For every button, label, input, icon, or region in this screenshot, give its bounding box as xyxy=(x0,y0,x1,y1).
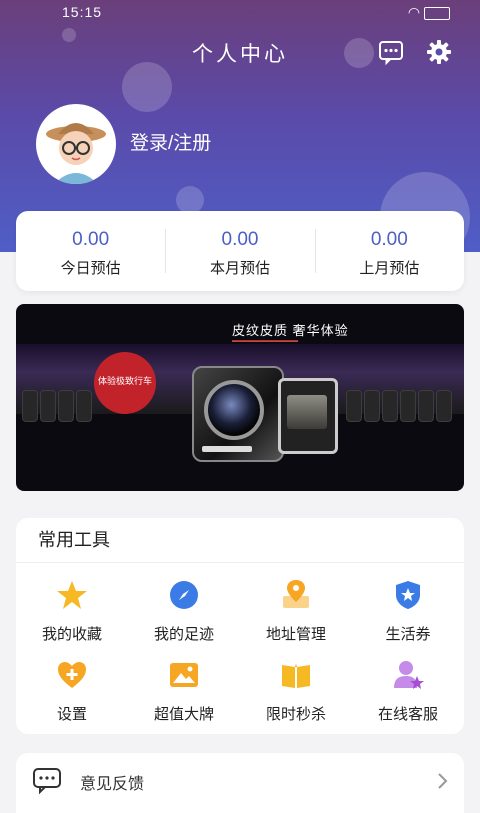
stat-value: 0.00 xyxy=(221,229,259,250)
user-star-icon xyxy=(394,661,424,689)
dashcam-lens xyxy=(204,380,264,440)
stat-label: 本月预估 xyxy=(209,260,270,277)
avatar[interactable] xyxy=(36,104,116,184)
car-preview xyxy=(287,395,327,429)
location-pin-icon xyxy=(283,580,309,608)
user-avatar-illustration xyxy=(46,123,106,184)
tool-brands[interactable]: 超值大牌 xyxy=(128,658,240,724)
stat-today[interactable]: 0.00 今日预估 xyxy=(16,211,165,291)
banner-title: 皮纹皮质 奢华体验 xyxy=(232,323,349,338)
book-icon xyxy=(282,664,310,688)
decor-bubble xyxy=(176,186,204,214)
tool-label: 地址管理 xyxy=(265,626,326,643)
tool-footprints[interactable]: 我的足迹 xyxy=(128,578,240,644)
tool-label: 设置 xyxy=(56,706,87,723)
banner-decor xyxy=(382,390,398,422)
shield-star-icon xyxy=(396,581,420,609)
tool-label: 限时秒杀 xyxy=(265,706,326,723)
tools-grid: 我的收藏 我的足迹 地址管理 生活券 设置 超值大牌 限时秒杀 在线客服 xyxy=(16,578,464,724)
banner-decor xyxy=(418,390,434,422)
tool-label: 我的足迹 xyxy=(153,626,214,643)
battery-icon xyxy=(424,6,450,20)
page-title: 个人中心 xyxy=(192,43,288,66)
section-title: 常用工具 xyxy=(16,518,464,563)
dashcam-image xyxy=(192,366,284,462)
status-icons: ◠ xyxy=(408,4,450,21)
stat-last-month[interactable]: 0.00 上月预估 xyxy=(314,211,464,291)
dashcam-screen xyxy=(278,378,338,454)
status-bar: 15:15 ◠ xyxy=(0,0,480,26)
decor-bubble xyxy=(122,62,172,112)
tool-settings[interactable]: 设置 xyxy=(16,658,128,724)
tool-favorites[interactable]: 我的收藏 xyxy=(16,578,128,644)
banner-decor xyxy=(364,390,380,422)
tool-flash-sale[interactable]: 限时秒杀 xyxy=(240,658,352,724)
stat-value: 0.00 xyxy=(72,229,110,250)
banner-subtitle-line: ▬▬▬▬▬▬▬▬▬▬▬ xyxy=(232,338,298,344)
status-time: 15:15 xyxy=(62,4,103,20)
banner-decor xyxy=(22,390,38,422)
gear-icon[interactable] xyxy=(424,37,454,67)
dashcam-label xyxy=(202,446,252,452)
banner-decor xyxy=(58,390,74,422)
tool-label: 我的收藏 xyxy=(41,626,102,643)
message-icon[interactable] xyxy=(376,37,406,67)
stat-label: 上月预估 xyxy=(359,260,420,277)
tool-coupons[interactable]: 生活券 xyxy=(352,578,464,644)
chevron-right-icon xyxy=(438,773,448,789)
compass-icon xyxy=(170,581,198,609)
heart-plus-icon xyxy=(58,662,86,688)
stat-value: 0.00 xyxy=(370,229,408,250)
banner-decor xyxy=(346,390,362,422)
promo-banner[interactable]: 皮纹皮质 奢华体验 ▬▬▬▬▬▬▬▬▬▬▬ 体验极致行车 xyxy=(16,304,464,491)
wifi-icon: ◠ xyxy=(407,4,421,20)
banner-decor xyxy=(400,390,416,422)
tool-label: 生活券 xyxy=(385,626,431,643)
banner-badge-text: 体验极致行车 xyxy=(97,376,152,386)
tool-address[interactable]: 地址管理 xyxy=(240,578,352,644)
stat-label: 今日预估 xyxy=(60,260,121,277)
banner-badge: 体验极致行车 xyxy=(94,352,156,414)
chat-icon xyxy=(33,768,61,795)
tool-label: 在线客服 xyxy=(377,706,438,723)
banner-decor xyxy=(40,390,56,422)
stat-this-month[interactable]: 0.00 本月预估 xyxy=(165,211,314,291)
login-register-link[interactable]: 登录/注册 xyxy=(130,128,211,155)
common-tools-card: 常用工具 我的收藏 我的足迹 地址管理 生活券 设置 超值大牌 限时秒杀 在线客… xyxy=(16,518,464,734)
banner-decor xyxy=(76,390,92,422)
tool-customer-service[interactable]: 在线客服 xyxy=(352,658,464,724)
tool-label: 超值大牌 xyxy=(153,706,214,723)
feedback-row[interactable]: 意见反馈 xyxy=(16,753,464,813)
feedback-label: 意见反馈 xyxy=(80,776,145,793)
banner-decor xyxy=(436,390,452,422)
star-icon xyxy=(57,581,87,609)
earnings-summary: 0.00 今日预估 0.00 本月预估 0.00 上月预估 xyxy=(16,211,464,291)
picture-icon xyxy=(170,663,198,687)
